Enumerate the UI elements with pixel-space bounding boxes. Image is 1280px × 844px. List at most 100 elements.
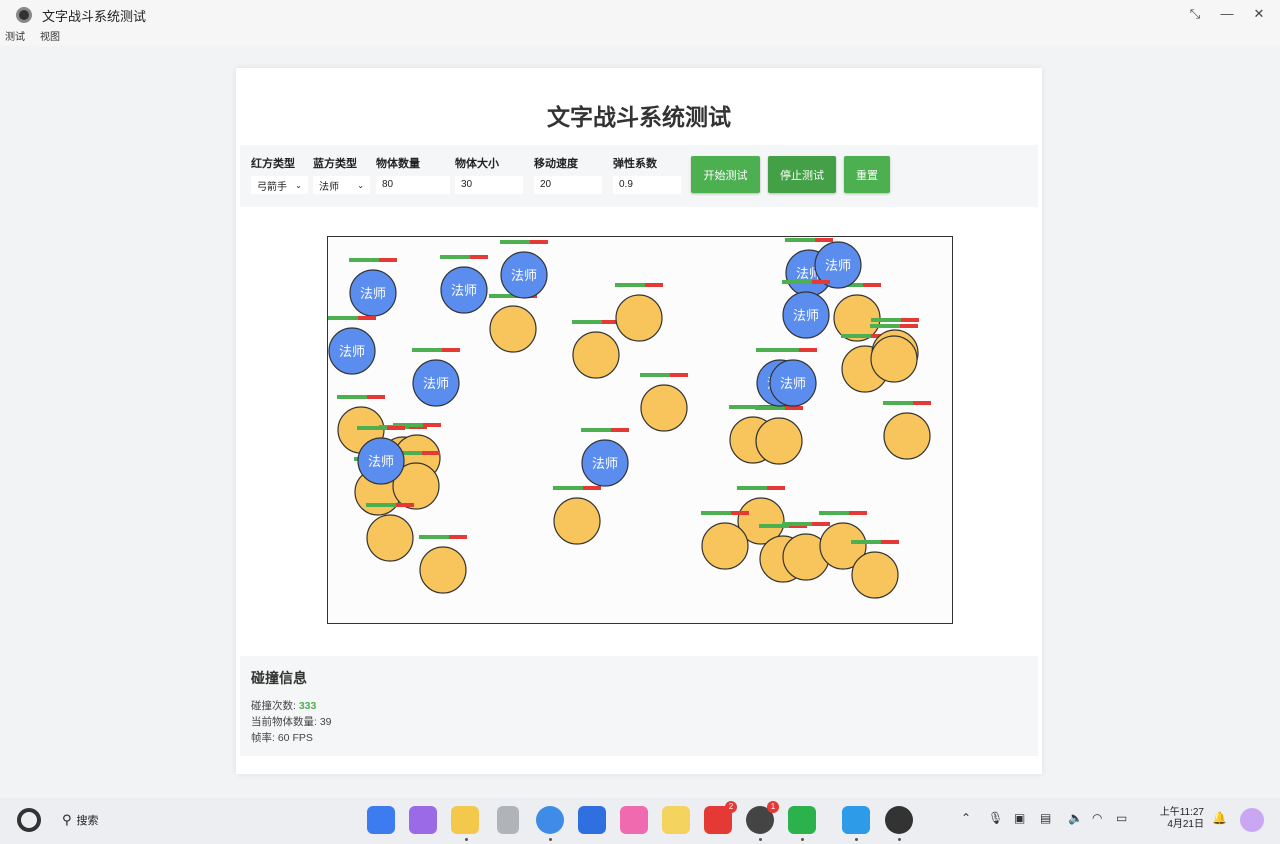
- red-unit-health-bar-fill: [871, 318, 901, 322]
- red-type-label: 红方类型: [251, 158, 295, 170]
- window-title: 文字战斗系统测试: [42, 8, 147, 24]
- fps-value: 60 FPS: [277, 732, 313, 744]
- red-unit-health-bar-fill: [553, 486, 583, 490]
- fps-readout: 帧率: 60 FPS: [251, 730, 313, 745]
- blue-type-select[interactable]: 法师 ⌄: [313, 176, 370, 194]
- blue-unit-label: 法师: [780, 377, 806, 392]
- chevron-down-icon: ⌄: [295, 180, 302, 190]
- close-icon[interactable]: ✕: [1252, 7, 1266, 21]
- collision-count-label: 碰撞次数:: [251, 700, 299, 712]
- notes-app-icon[interactable]: [662, 806, 690, 834]
- red-unit-health-bar-fill: [819, 511, 849, 515]
- blue-unit-label: 法师: [592, 457, 618, 472]
- red-unit-health-bar-fill: [782, 522, 812, 526]
- grid-app-icon[interactable]: [367, 806, 395, 834]
- menu-view[interactable]: 视图: [40, 30, 60, 46]
- red-unit: [883, 412, 931, 460]
- blue-unit-health-bar-fill: [769, 348, 799, 352]
- start-test-button[interactable]: 开始测试: [691, 156, 760, 193]
- red-unit: [572, 331, 620, 379]
- snap-icon[interactable]: ⤡: [1188, 7, 1202, 21]
- battery-icon[interactable]: ▭: [1116, 811, 1127, 825]
- clock[interactable]: 上午11:27 4月21日: [1152, 807, 1204, 831]
- browser-app-icon[interactable]: [536, 806, 564, 834]
- running-indicator: [801, 838, 804, 841]
- blue-unit-health-bar-fill: [349, 258, 379, 262]
- mail-app-icon[interactable]: [578, 806, 606, 834]
- battle-arena[interactable]: 法师法师法师法师法师法师法师法师法师法师法师法师: [327, 236, 953, 624]
- red-unit: [489, 305, 537, 353]
- blue-unit-label: 法师: [451, 284, 477, 299]
- arena-canvas: 法师法师法师法师法师法师法师法师法师法师法师法师: [328, 238, 931, 599]
- bell-icon[interactable]: 🔔: [1212, 811, 1227, 825]
- menu-test[interactable]: 测试: [5, 30, 25, 46]
- assistant-icon[interactable]: [1240, 808, 1264, 832]
- red-unit: [419, 546, 467, 594]
- red-unit-health-bar-fill: [841, 334, 871, 338]
- blue-unit-label: 法师: [360, 287, 386, 302]
- size-control: 物体大小 30: [455, 155, 523, 194]
- menu-bar: 测试 视图: [0, 30, 1280, 46]
- wifi-icon[interactable]: ◠: [1092, 811, 1102, 825]
- red-unit-health-bar-fill: [737, 486, 767, 490]
- microphone-icon[interactable]: 🎙: [988, 811, 1003, 825]
- red-unit-health-bar-fill: [870, 324, 900, 328]
- electron-app-icon[interactable]: [885, 806, 913, 834]
- size-input[interactable]: 30: [455, 176, 523, 194]
- taskbar: ⚲ 搜索 2 1 ⌃ 🎙 ▣ ▤ 🔈 ◠ ▭ 上午11:27 4月21日 🔔: [0, 798, 1280, 844]
- count-input[interactable]: 80: [376, 176, 450, 194]
- window-app-icon[interactable]: [409, 806, 437, 834]
- red-unit-health-bar-fill: [883, 401, 913, 405]
- fps-label: 帧率:: [251, 732, 278, 744]
- object-count-value: 39: [319, 716, 332, 728]
- red-unit-health-bar-fill: [572, 320, 602, 324]
- red-type-control: 红方类型 弓箭手 ⌄: [251, 155, 308, 194]
- red-unit: [870, 335, 918, 383]
- size-label: 物体大小: [455, 158, 499, 170]
- settings-badge: 1: [767, 801, 779, 813]
- red-type-select[interactable]: 弓箭手 ⌄: [251, 176, 308, 194]
- count-control: 物体数量 80: [376, 155, 450, 194]
- blue-unit-label: 法师: [368, 455, 394, 470]
- elasticity-input[interactable]: 0.9: [613, 176, 681, 194]
- photos-app-icon[interactable]: [620, 806, 648, 834]
- red-unit: [640, 384, 688, 432]
- blue-unit-health-bar-fill: [412, 348, 442, 352]
- red-unit: [615, 294, 663, 342]
- collision-count-value: 333: [298, 700, 317, 712]
- page-title: 文字战斗系统测试: [547, 104, 731, 130]
- red-unit-health-bar-fill: [615, 283, 645, 287]
- blue-unit-label: 法师: [423, 377, 449, 392]
- clipboard-icon[interactable]: ▤: [1040, 811, 1051, 825]
- file-manager-app-icon[interactable]: [842, 806, 870, 834]
- reset-button[interactable]: 重置: [844, 156, 890, 193]
- start-icon[interactable]: [17, 808, 41, 832]
- collision-count: 碰撞次数: 333: [251, 698, 316, 713]
- volume-icon[interactable]: 🔈: [1068, 811, 1083, 825]
- elasticity-label: 弹性系数: [613, 158, 657, 170]
- blue-type-value: 法师: [319, 181, 339, 193]
- chevron-down-icon: ⌄: [357, 180, 364, 190]
- speed-control: 移动速度 20: [534, 155, 602, 194]
- blue-type-control: 蓝方类型 法师 ⌄: [313, 155, 370, 194]
- blue-unit-label: 法师: [339, 345, 365, 360]
- stop-test-button[interactable]: 停止测试: [768, 156, 836, 193]
- wechat-app-icon[interactable]: [788, 806, 816, 834]
- collision-info: 碰撞信息 碰撞次数: 333 当前物体数量: 39 帧率: 60 FPS: [240, 656, 1038, 756]
- clock-time: 上午11:27: [1159, 807, 1204, 818]
- folder-app-icon[interactable]: [451, 806, 479, 834]
- trash-app-icon[interactable]: [497, 806, 519, 834]
- object-count: 当前物体数量: 39: [251, 714, 332, 729]
- main-panel: 文字战斗系统测试 红方类型 弓箭手 ⌄ 蓝方类型 法师 ⌄ 物体数量 80 物体…: [236, 68, 1042, 774]
- keyboard-icon[interactable]: ▣: [1014, 811, 1025, 825]
- red-unit-health-bar-fill: [851, 540, 881, 544]
- running-indicator: [465, 838, 468, 841]
- count-label: 物体数量: [376, 158, 420, 170]
- minimize-icon[interactable]: —: [1220, 7, 1234, 21]
- control-panel: 红方类型 弓箭手 ⌄ 蓝方类型 法师 ⌄ 物体数量 80 物体大小 30 移动速…: [240, 145, 1038, 207]
- search-label: 搜索: [76, 815, 99, 827]
- taskbar-search[interactable]: ⚲ 搜索: [62, 812, 99, 828]
- speed-input[interactable]: 20: [534, 176, 602, 194]
- red-unit-health-bar-fill: [729, 405, 759, 409]
- chevron-up-icon[interactable]: ⌃: [961, 811, 971, 825]
